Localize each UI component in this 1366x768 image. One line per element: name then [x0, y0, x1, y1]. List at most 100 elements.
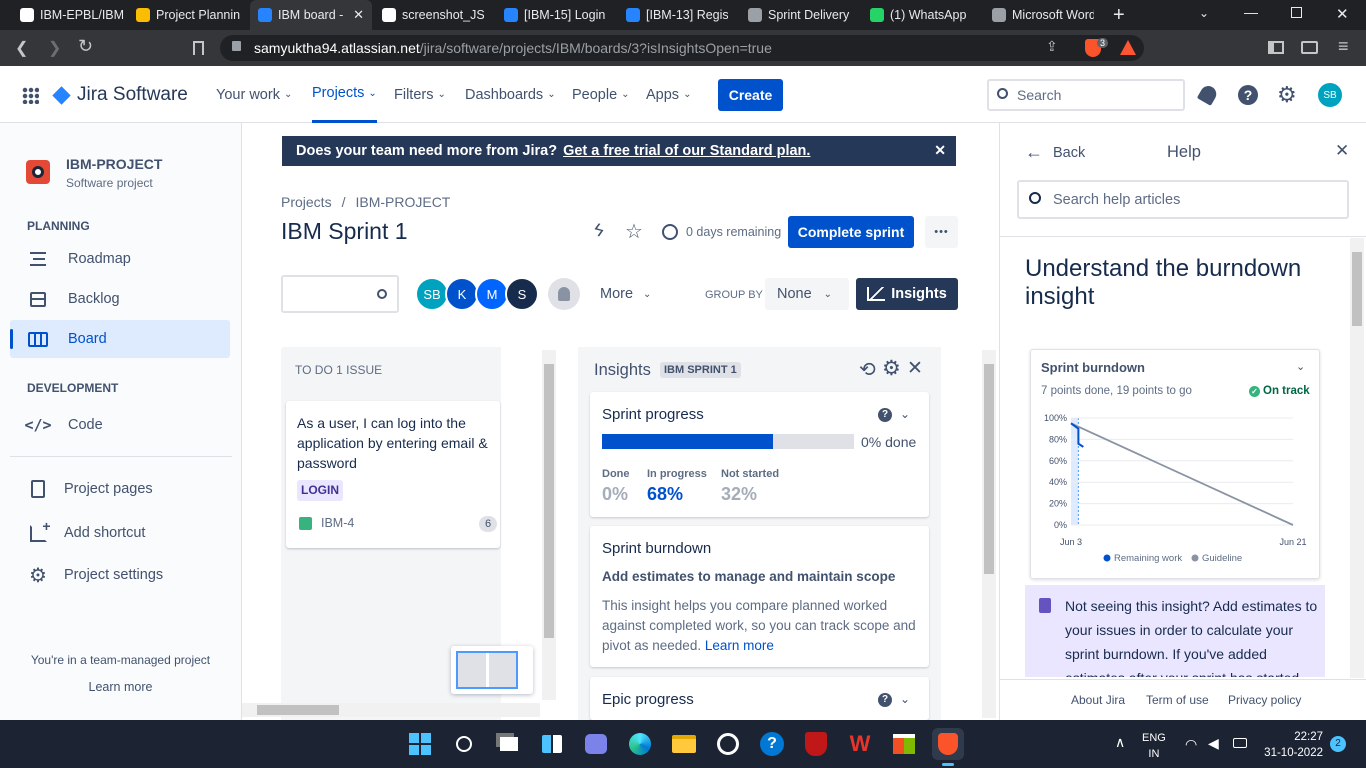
nav-filters[interactable]: Filters ⌄ [394, 66, 446, 123]
back-arrow-icon[interactable]: ❮ [15, 38, 28, 58]
help-icon[interactable]: ? [1238, 85, 1258, 105]
help-icon[interactable]: ? [878, 693, 892, 707]
breadcrumb-project[interactable]: IBM-PROJECT [355, 194, 450, 210]
teams-chat-icon[interactable] [580, 728, 612, 760]
wifi-icon[interactable]: ◠ [1185, 736, 1197, 753]
file-explorer-icon[interactable] [668, 728, 700, 760]
jira-logo[interactable]: Jira Software [52, 84, 188, 106]
minimap-widget[interactable] [451, 646, 533, 694]
task-view-icon[interactable] [493, 728, 525, 760]
sidebar-item-code[interactable]: </> Code [10, 406, 230, 444]
microsoft-store-icon[interactable] [888, 728, 920, 760]
close-tab-icon[interactable]: ✕ [353, 7, 364, 23]
edge-icon[interactable] [624, 728, 656, 760]
browser-tab[interactable]: IBM-EPBL/IBM-I [12, 0, 132, 30]
browser-tab[interactable]: [IBM-13] Regist [618, 0, 736, 30]
menu-icon[interactable]: ≡ [1338, 36, 1349, 57]
insights-button[interactable]: Insights [856, 278, 958, 310]
show-hidden-icons[interactable]: ∧ [1115, 734, 1125, 751]
app-switcher-icon[interactable] [22, 87, 39, 104]
brave-browser-icon[interactable] [932, 728, 964, 760]
board-search-input[interactable] [281, 275, 399, 313]
chevron-down-icon[interactable]: ⌄ [900, 407, 910, 421]
help-scrollbar[interactable] [1350, 238, 1364, 678]
board-horizontal-scrollbar[interactable] [242, 703, 540, 717]
nav-projects[interactable]: Projects ⌄ [312, 66, 377, 123]
help-icon[interactable]: ? [878, 408, 892, 422]
close-insights-icon[interactable]: ✕ [907, 357, 923, 380]
widgets-icon[interactable] [536, 728, 568, 760]
refresh-icon[interactable]: ⟲ [859, 357, 876, 382]
windows-start-icon[interactable] [404, 728, 436, 760]
clock[interactable]: 22:27 31-10-2022 [1258, 729, 1323, 761]
close-window-icon[interactable]: ✕ [1336, 5, 1349, 23]
browser-tab[interactable]: [IBM-15] Login [496, 0, 614, 30]
sidebar-item-add-shortcut[interactable]: + Add shortcut [10, 514, 230, 552]
language-indicator[interactable]: ENG IN [1142, 730, 1166, 762]
browser-tab[interactable]: screenshot_JSW [374, 0, 492, 30]
wallet-icon[interactable] [1301, 41, 1318, 54]
more-filter-button[interactable]: More ⌄ [600, 286, 651, 302]
automation-bolt-icon[interactable]: ϟ [591, 219, 606, 242]
issue-card[interactable]: As a user, I can log into the applicatio… [286, 401, 500, 548]
insights-scrollbar[interactable] [982, 350, 996, 718]
sidebar-item-board[interactable]: Board [10, 320, 230, 358]
sidebar-item-project-pages[interactable]: Project pages [10, 470, 230, 508]
taskbar-search-icon[interactable] [448, 728, 480, 760]
nav-people[interactable]: People ⌄ [572, 66, 630, 123]
nav-dashboards[interactable]: Dashboards ⌄ [465, 66, 556, 123]
burndown-learn-more-link[interactable]: Learn more [705, 638, 774, 653]
banner-trial-link[interactable]: Get a free trial of our Standard plan. [563, 143, 810, 159]
forward-arrow-icon[interactable]: ❯ [48, 38, 61, 58]
assignee-avatar[interactable]: K [445, 277, 479, 311]
help-footer-link[interactable]: About Jira [1071, 693, 1125, 707]
breadcrumb-projects[interactable]: Projects [281, 194, 332, 210]
chevron-down-icon[interactable]: ⌄ [1296, 360, 1305, 373]
browser-tab[interactable]: Project Planning [128, 0, 248, 30]
assignee-avatar[interactable]: S [505, 277, 539, 311]
banner-close-icon[interactable]: ✕ [934, 142, 946, 159]
scroll-thumb[interactable] [1352, 252, 1362, 326]
browser-tab[interactable]: Sprint Delivery p [740, 0, 858, 30]
sidebar-item-backlog[interactable]: Backlog [10, 280, 230, 318]
scroll-thumb[interactable] [257, 705, 339, 715]
user-avatar[interactable]: SB [1316, 81, 1344, 109]
chevron-down-icon[interactable]: ⌄ [900, 692, 910, 706]
address-bar[interactable]: samyuktha94.atlassian.net/jira/software/… [220, 35, 1144, 61]
sidebar-learn-more-link[interactable]: Learn more [0, 680, 241, 694]
sidebar-toggle-icon[interactable] [1268, 41, 1284, 54]
issue-key[interactable]: IBM-4 [321, 516, 354, 530]
new-tab-button[interactable]: + [1113, 4, 1125, 27]
browser-tab[interactable]: Microsoft Word [984, 0, 1102, 30]
create-button[interactable]: Create [718, 79, 783, 111]
sidebar-item-project-settings[interactable]: ⚙ Project settings [10, 556, 230, 594]
app-icon[interactable] [712, 728, 744, 760]
nav-your-work[interactable]: Your work ⌄ [216, 66, 292, 123]
battery-icon[interactable] [1233, 738, 1247, 748]
volume-icon[interactable]: ◀ [1208, 735, 1219, 752]
bookmark-icon[interactable] [193, 41, 204, 55]
notification-badge[interactable]: 2 [1330, 736, 1346, 752]
board-vertical-scrollbar[interactable] [542, 350, 556, 700]
reload-icon[interactable]: ↻ [78, 36, 93, 57]
nav-apps[interactable]: Apps ⌄ [646, 66, 691, 123]
help-search-input[interactable]: Search help articles [1017, 180, 1349, 219]
search-input[interactable]: Search [987, 79, 1185, 111]
scroll-thumb[interactable] [984, 364, 994, 574]
project-avatar[interactable] [26, 160, 50, 184]
assignee-avatar[interactable]: M [475, 277, 509, 311]
close-help-icon[interactable]: ✕ [1335, 141, 1349, 161]
star-icon[interactable]: ☆ [625, 219, 643, 244]
tab-search-icon[interactable]: ⌄ [1199, 6, 1209, 20]
complete-sprint-button[interactable]: Complete sprint [788, 216, 914, 248]
browser-tab[interactable]: IBM board - ✕ [250, 0, 372, 30]
minimize-window-icon[interactable]: — [1244, 4, 1258, 20]
more-actions-button[interactable]: ••• [925, 216, 958, 248]
brave-rewards-icon[interactable] [1120, 40, 1136, 55]
help-footer-link[interactable]: Privacy policy [1228, 693, 1301, 707]
browser-tab[interactable]: (1) WhatsApp [862, 0, 980, 30]
project-name[interactable]: IBM-PROJECT [66, 156, 162, 172]
help-footer-link[interactable]: Term of use [1146, 693, 1209, 707]
restore-window-icon[interactable] [1291, 7, 1302, 18]
share-icon[interactable]: ⇪ [1046, 38, 1058, 55]
